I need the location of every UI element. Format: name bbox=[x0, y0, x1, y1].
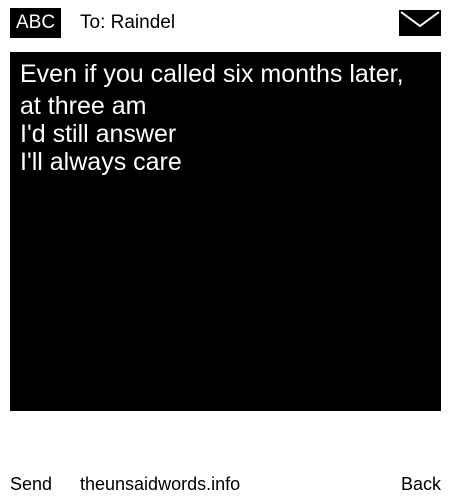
message-line: Even if you called six months later, bbox=[20, 60, 404, 88]
sms-compose-screen: ABC To: Raindel Even if you called six m… bbox=[0, 0, 450, 500]
input-mode-badge[interactable]: ABC bbox=[10, 8, 62, 38]
message-line: at three am bbox=[20, 92, 147, 120]
message-line: I'd still answer bbox=[20, 120, 177, 148]
recipient-field[interactable]: To: Raindel bbox=[80, 8, 175, 38]
message-line: I'll always care bbox=[20, 148, 182, 176]
back-button[interactable]: Back bbox=[401, 470, 441, 498]
send-button[interactable]: Send bbox=[10, 470, 52, 498]
message-body[interactable]: Even if you called six months later, at … bbox=[10, 52, 441, 411]
site-link[interactable]: theunsaidwords.info bbox=[80, 470, 240, 498]
compose-header: ABC To: Raindel bbox=[0, 0, 450, 44]
softkey-bar: Send theunsaidwords.info Back bbox=[0, 470, 450, 498]
envelope-icon bbox=[399, 10, 441, 36]
